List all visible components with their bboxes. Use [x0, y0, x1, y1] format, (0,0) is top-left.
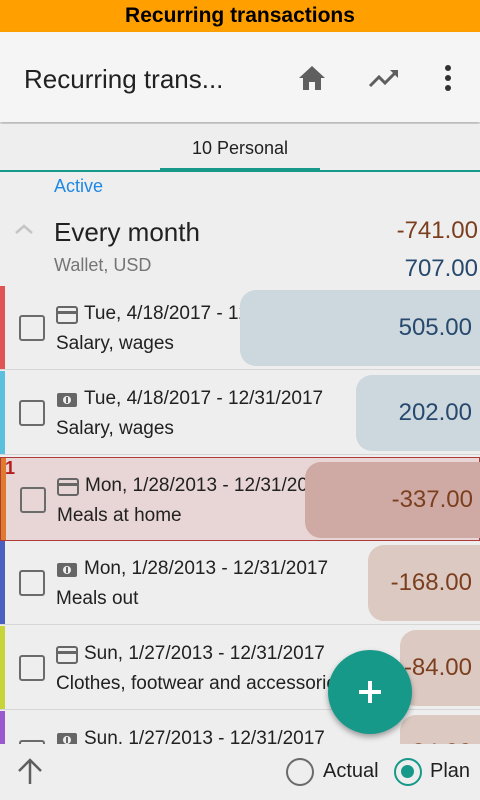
amount: 505.00: [240, 290, 480, 366]
color-bar: [0, 541, 5, 624]
title-banner: Recurring transactions: [0, 0, 480, 32]
checkbox[interactable]: [19, 655, 45, 681]
home-icon[interactable]: [294, 60, 330, 96]
amount: -337.00: [305, 462, 480, 538]
add-transaction-button[interactable]: [328, 650, 412, 734]
category: Salary, wages: [56, 333, 174, 354]
chevron-up-icon[interactable]: [12, 221, 36, 242]
section-label-active: Active: [54, 176, 104, 196]
date-range: Tue, 4/18/2017 - 12/31/2017: [84, 388, 324, 409]
group-header[interactable]: Every month Wallet, USD -741.00 707.00: [0, 205, 480, 285]
color-bar: [0, 371, 5, 454]
cash-icon: [56, 731, 78, 744]
group-title: Every month: [54, 217, 200, 247]
checkbox[interactable]: [19, 400, 45, 426]
banner-text: Recurring transactions: [125, 4, 355, 27]
list-item[interactable]: Mon, 1/28/2013 - 12/31/2017 Meals out -1…: [0, 541, 480, 625]
actual-label[interactable]: Actual: [323, 760, 379, 783]
cash-icon: [56, 561, 78, 579]
checkbox[interactable]: [19, 570, 45, 596]
color-bar: [0, 711, 5, 744]
group-income-total: 707.00: [404, 255, 478, 282]
category: Clothes, footwear and accessories: [56, 673, 347, 694]
tab-personal[interactable]: 10 Personal: [160, 124, 320, 170]
plan-label[interactable]: Plan: [430, 760, 470, 783]
list-item[interactable]: Tue, 4/18/2017 - 12/31/2017 Salary, wage…: [0, 371, 480, 455]
page-title: Recurring trans...: [24, 64, 224, 94]
amount: 202.00: [356, 375, 480, 451]
bottom-bar: Actual Plan: [0, 744, 480, 800]
date-range: Sun, 1/27/2013 - 12/31/2017: [84, 643, 325, 664]
more-vert-icon[interactable]: [430, 60, 466, 96]
checkbox[interactable]: [19, 315, 45, 341]
date-range: Sun, 1/27/2013 - 12/31/2017: [84, 728, 325, 744]
trending-up-icon[interactable]: [366, 60, 402, 96]
group-expense-total: -741.00: [396, 217, 478, 244]
plus-icon: [359, 681, 381, 703]
checkbox[interactable]: [20, 487, 46, 513]
date-range: Mon, 1/28/2013 - 12/31/2017: [85, 475, 330, 496]
credit-card-icon: [56, 646, 78, 664]
category: Salary, wages: [56, 418, 174, 439]
arrow-up-icon[interactable]: [14, 756, 46, 791]
date-range: Mon, 1/28/2013 - 12/31/2017: [84, 558, 329, 579]
badge: 1: [5, 458, 16, 478]
credit-card-icon: [57, 478, 79, 496]
list-item[interactable]: 1 Mon, 1/28/2013 - 12/31/2017 Meals at h…: [0, 457, 480, 541]
amount: -84.00: [400, 715, 480, 744]
tab-bar: 10 Personal: [0, 124, 480, 172]
plan-radio[interactable]: [394, 758, 422, 786]
color-bar: [0, 626, 5, 709]
list-item[interactable]: Sun, 1/27/2013 - 12/31/2017 -84.00: [0, 711, 480, 744]
group-subtitle: Wallet, USD: [54, 255, 152, 275]
category: Meals at home: [57, 505, 182, 526]
color-bar: [0, 286, 5, 369]
amount: -84.00: [400, 630, 480, 706]
amount: -168.00: [368, 545, 480, 621]
tab-indicator: [160, 168, 320, 172]
cash-icon: [56, 391, 78, 409]
app-bar: Recurring trans...: [0, 32, 480, 122]
category: Meals out: [56, 588, 139, 609]
credit-card-icon: [56, 306, 78, 324]
list-item[interactable]: Tue, 4/18/2017 - 12/31/2017 Salary, wage…: [0, 286, 480, 370]
tab-label: 10 Personal: [191, 138, 289, 158]
actual-radio[interactable]: [286, 758, 314, 786]
